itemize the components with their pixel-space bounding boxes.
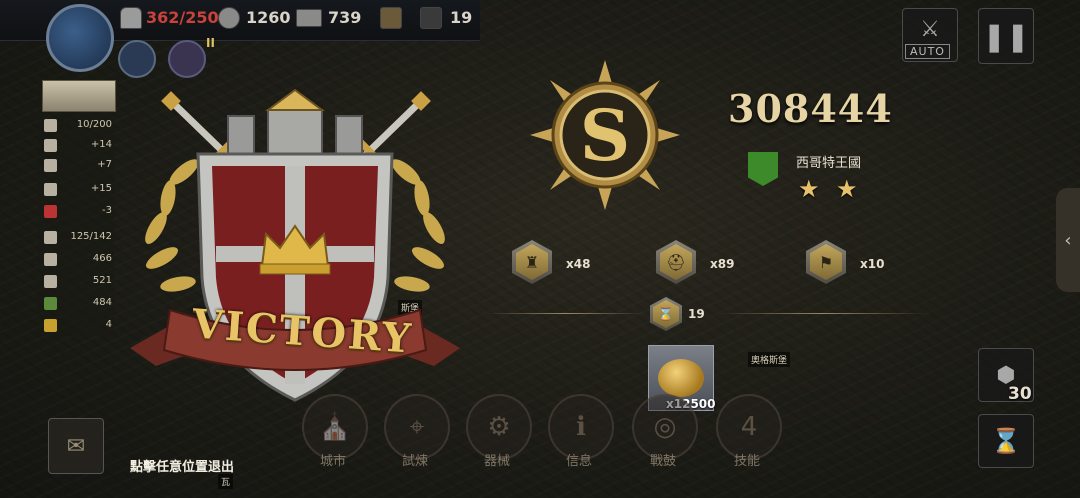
- stat-row: +7: [44, 156, 114, 176]
- helmet-icon: [44, 183, 57, 196]
- nav-city-label: 城市: [319, 454, 346, 469]
- star-icon: ★: [836, 175, 858, 203]
- hourglass-button[interactable]: ⌛: [978, 414, 1034, 468]
- building-icon: [44, 119, 57, 132]
- silver-count: 1260: [246, 8, 291, 27]
- city-icon: ⛪: [318, 412, 352, 442]
- reward-qty: x10: [860, 257, 885, 271]
- stat-row: -3: [44, 202, 114, 222]
- nav-skill-label: 技能: [733, 454, 760, 469]
- pause-icon: ❚❚: [982, 19, 1030, 53]
- scroll-map-button[interactable]: ✉: [48, 418, 104, 474]
- stat-row: +15: [44, 180, 114, 200]
- shield-icon: [44, 253, 57, 266]
- victory-crest: [130, 88, 460, 402]
- map-label-city: 奧格斯堡: [748, 352, 791, 367]
- silver-icon: [218, 7, 240, 29]
- nav-drum-label: 戰鼓: [649, 454, 676, 469]
- divider: [718, 313, 928, 314]
- gold-coins-icon: [658, 359, 704, 397]
- reward-qty: x48: [566, 257, 591, 271]
- stat-row: 466: [44, 250, 114, 270]
- side-panel-toggle[interactable]: ‹: [1056, 188, 1080, 292]
- rank-numeral: II: [206, 36, 215, 50]
- general-avatar[interactable]: [118, 40, 156, 78]
- stat-row: 521: [44, 272, 114, 292]
- nation-name: 西哥特王國: [796, 156, 862, 171]
- info-icon: ℹ: [576, 412, 586, 442]
- hourglass-icon: ⌛: [991, 427, 1021, 455]
- scales-icon[interactable]: [380, 7, 402, 29]
- reward-qty: 19: [688, 307, 705, 321]
- drum-icon: ◎: [653, 412, 677, 442]
- helmet-icon: [120, 7, 142, 29]
- crossed-swords-icon: ⚔: [920, 16, 940, 42]
- city-thumbnail[interactable]: [42, 80, 116, 112]
- hourglass-icon: [420, 7, 442, 29]
- reward-item: ♜: [512, 240, 552, 284]
- coin-icon: [44, 139, 57, 152]
- star-icon: ★: [798, 175, 820, 203]
- reward-item: ⚑: [806, 240, 846, 284]
- hex-count: 30: [1008, 384, 1032, 404]
- pause-button[interactable]: ❚❚: [978, 8, 1034, 64]
- crossed-icon: [44, 297, 57, 310]
- stat-row: 4: [44, 316, 114, 336]
- helmet-icon: ⛑: [656, 240, 696, 284]
- troops-count: 362/250: [146, 8, 219, 27]
- nav-info-label: 信息: [565, 454, 592, 469]
- score-value: 308444: [728, 86, 893, 131]
- shield-icon: [44, 275, 57, 288]
- stat-row: 10/200: [44, 116, 114, 136]
- general-avatar[interactable]: [168, 40, 206, 78]
- score-medal-icon: S: [530, 60, 680, 210]
- reward-item: ⌛: [650, 297, 682, 331]
- skill-badge: 4: [740, 412, 758, 442]
- iron-icon: [44, 159, 57, 172]
- reward-item: ⛑: [656, 240, 696, 284]
- stat-row: +14: [44, 136, 114, 156]
- map-icon: ⌖: [409, 411, 425, 442]
- map-label-city: 瓦: [218, 474, 234, 489]
- iron-icon: [296, 9, 322, 27]
- banner-icon: ⚑: [806, 240, 846, 284]
- scroll-icon: ✉: [66, 433, 86, 459]
- chevron-left-icon: ‹: [1064, 229, 1072, 251]
- svg-text:S: S: [580, 94, 631, 177]
- reward-qty: x89: [710, 257, 735, 271]
- iron-count: 739: [328, 8, 362, 27]
- hourglass-icon: ⌛: [650, 297, 682, 331]
- stat-row: 125/142: [44, 228, 114, 248]
- catapult-icon: ⚙: [487, 412, 511, 442]
- wings-icon: [44, 231, 57, 244]
- auto-label: AUTO: [905, 44, 950, 59]
- nav-siege-label: 器械: [483, 454, 510, 469]
- exit-hint: 點擊任意位置退出: [130, 460, 235, 475]
- divider: [486, 313, 646, 314]
- boot-icon: [44, 319, 57, 332]
- player-emblem[interactable]: [46, 4, 114, 72]
- stat-row: 484: [44, 294, 114, 314]
- nav-trial-label: 試煉: [401, 454, 428, 469]
- boot-icon: [44, 205, 57, 218]
- city-icon: ♜: [512, 240, 552, 284]
- hourglass-count: 19: [450, 8, 473, 27]
